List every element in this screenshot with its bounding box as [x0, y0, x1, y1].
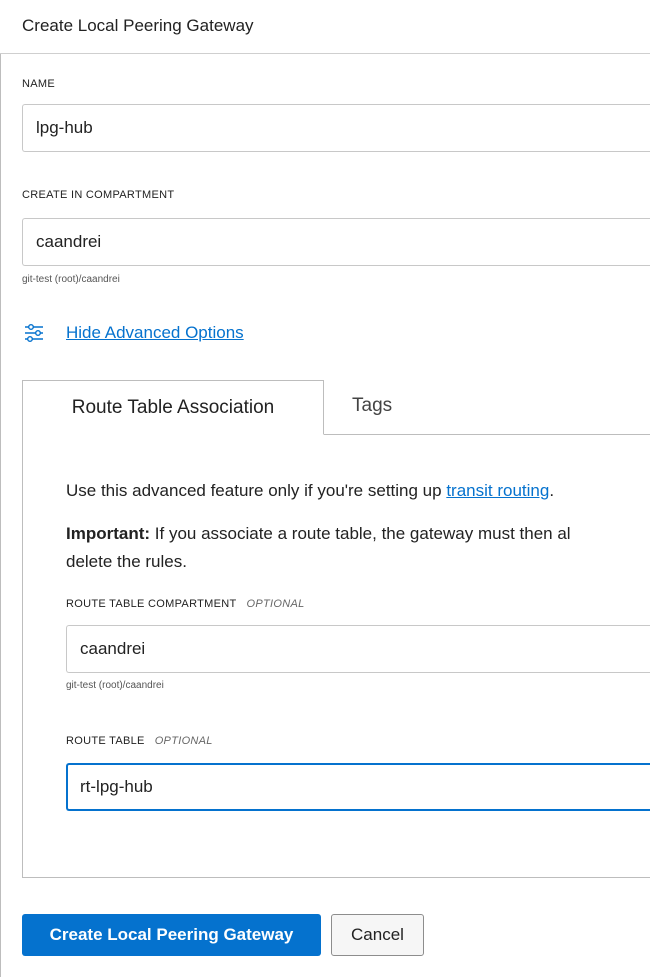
dialog-title: Create Local Peering Gateway	[22, 16, 254, 35]
name-input[interactable]: lpg-hub	[22, 104, 650, 152]
advanced-tab-panel: Route Table Association Tags Use this ad…	[22, 380, 650, 878]
important-text: If you associate a route table, the gate…	[150, 524, 571, 543]
route-table-association-panel: Use this advanced feature only if you're…	[22, 434, 650, 878]
sliders-icon	[25, 324, 43, 342]
intro-text: Use this advanced feature only if you're…	[66, 481, 554, 501]
cancel-button[interactable]: Cancel	[331, 914, 424, 956]
create-lpg-button[interactable]: Create Local Peering Gateway	[22, 914, 321, 956]
name-label: NAME	[22, 78, 55, 90]
transit-routing-link[interactable]: transit routing	[446, 481, 549, 500]
rt-compartment-optional: OPTIONAL	[246, 598, 305, 610]
route-table-optional: OPTIONAL	[154, 735, 213, 747]
tab-route-table-association[interactable]: Route Table Association	[22, 380, 324, 435]
tab-tags[interactable]: Tags	[352, 395, 392, 417]
route-table-select[interactable]: rt-lpg-hub	[66, 763, 650, 811]
rt-compartment-label: ROUTE TABLE COMPARTMENT OPTIONAL	[66, 598, 305, 610]
intro-suffix: .	[549, 481, 555, 500]
route-table-label: ROUTE TABLE OPTIONAL	[66, 735, 213, 747]
intro-prefix: Use this advanced feature only if you're…	[66, 481, 447, 500]
rt-compartment-label-text: ROUTE TABLE COMPARTMENT	[66, 598, 237, 610]
hide-advanced-options-label[interactable]: Hide Advanced Options	[66, 323, 244, 343]
hide-advanced-options-link[interactable]: Hide Advanced Options	[23, 321, 244, 345]
rt-compartment-select[interactable]: caandrei	[66, 625, 650, 673]
panel-left-border	[0, 0, 1, 977]
compartment-label: CREATE IN COMPARTMENT	[22, 189, 175, 201]
rt-compartment-hint: git-test (root)/caandrei	[66, 680, 164, 691]
route-table-label-text: ROUTE TABLE	[66, 735, 145, 747]
compartment-select[interactable]: caandrei	[22, 218, 650, 266]
dialog-header: Create Local Peering Gateway	[0, 0, 650, 54]
important-note-line2: delete the rules.	[66, 552, 187, 571]
important-label: Important:	[66, 524, 151, 543]
important-note: Important: If you associate a route tabl…	[66, 524, 571, 544]
compartment-hint: git-test (root)/caandrei	[22, 274, 120, 285]
